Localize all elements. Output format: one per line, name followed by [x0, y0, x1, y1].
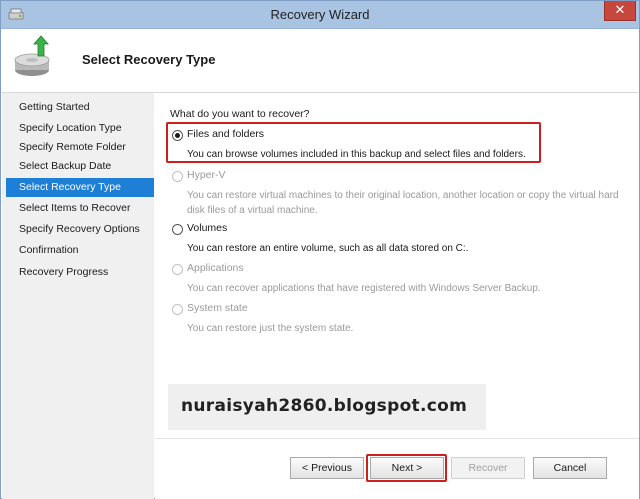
close-button[interactable]: ✕ [604, 1, 636, 21]
hyper-v-radio [172, 171, 183, 182]
sidebar-item-getting-started[interactable]: Getting Started [6, 98, 154, 117]
system-state-radio [172, 304, 183, 315]
recover-button: Recover [451, 457, 525, 479]
recovery-wizard-window: Recovery Wizard ✕ Select Recovery Type G… [0, 0, 640, 499]
sidebar-item-select-items-to-recover[interactable]: Select Items to Recover [6, 199, 154, 218]
sidebar-item-select-backup-date[interactable]: Select Backup Date [6, 157, 154, 176]
cancel-button[interactable]: Cancel [533, 457, 607, 479]
window-title: Recovery Wizard [270, 7, 370, 22]
previous-button[interactable]: < Previous [290, 457, 364, 479]
applications-description: You can recover applications that have r… [187, 283, 541, 294]
sidebar-item-confirmation[interactable]: Confirmation [6, 241, 154, 260]
recovery-question: What do you want to recover? [170, 108, 310, 120]
title-bar[interactable]: Recovery Wizard ✕ [1, 1, 639, 29]
wizard-header: Select Recovery Type [2, 30, 638, 93]
applications-label: Applications [187, 262, 244, 274]
system-state-description: You can restore just the system state. [187, 323, 354, 334]
volumes-description: You can restore an entire volume, such a… [187, 243, 469, 254]
backup-restore-icon [14, 35, 50, 76]
system-state-label: System state [187, 302, 248, 314]
hyper-v-label: Hyper-V [187, 169, 226, 181]
files-and-folders-highlight [166, 122, 541, 163]
applications-radio [172, 264, 183, 275]
volumes-radio[interactable] [172, 224, 183, 235]
watermark-text: nuraisyah2860.blogspot.com [181, 396, 468, 416]
sidebar-item-select-recovery-type[interactable]: Select Recovery Type [6, 178, 154, 197]
footer-divider [155, 438, 639, 439]
hyper-v-description: You can restore virtual machines to thei… [187, 190, 619, 216]
sidebar-item-specify-location-type[interactable]: Specify Location Type [6, 119, 154, 138]
next-button-highlight [366, 454, 447, 482]
sidebar-item-recovery-progress[interactable]: Recovery Progress [6, 263, 154, 282]
sidebar-item-specify-remote-folder[interactable]: Specify Remote Folder [6, 138, 154, 157]
sidebar-item-specify-recovery-options[interactable]: Specify Recovery Options [6, 220, 154, 239]
page-title: Select Recovery Type [82, 52, 216, 67]
volumes-label[interactable]: Volumes [187, 222, 227, 234]
wizard-steps-sidebar: Getting Started Specify Location Type Sp… [2, 93, 154, 499]
watermark-banner: nuraisyah2860.blogspot.com [168, 384, 486, 430]
